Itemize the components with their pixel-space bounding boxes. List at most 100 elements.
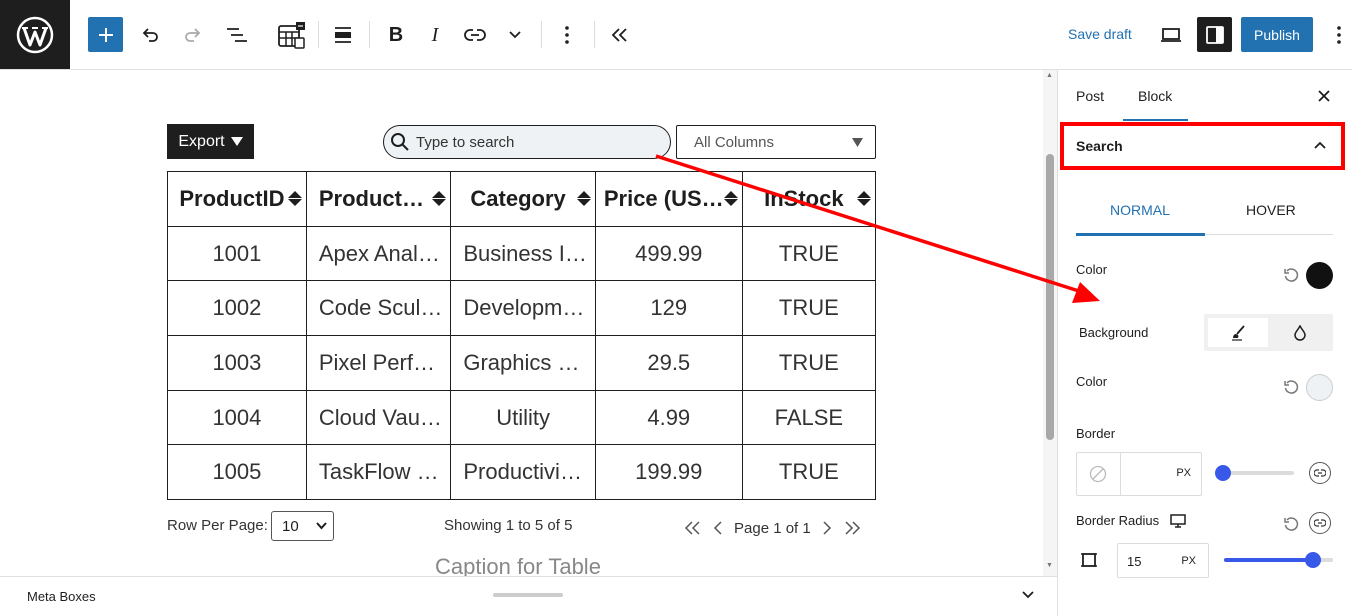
- canvas-scrollbar[interactable]: ▲ ▼: [1043, 70, 1057, 576]
- table-cell[interactable]: 29.5: [594, 335, 743, 391]
- background-gradient-button[interactable]: [1270, 318, 1330, 347]
- border-width-control[interactable]: PX: [1076, 452, 1202, 496]
- table-cell[interactable]: TRUE: [741, 225, 877, 282]
- link-corners-icon[interactable]: [1309, 512, 1331, 534]
- tab-block[interactable]: Block: [1138, 88, 1172, 104]
- border-unit[interactable]: PX: [1176, 467, 1191, 479]
- background-type-toggle: [1204, 314, 1333, 351]
- preview-icon[interactable]: [1158, 17, 1184, 53]
- reset-icon[interactable]: [1283, 379, 1299, 395]
- table-cell[interactable]: 1003: [167, 335, 307, 391]
- sort-icon[interactable]: [723, 191, 738, 206]
- link-icon[interactable]: [462, 17, 488, 53]
- add-block-button[interactable]: [88, 17, 123, 52]
- table-cell[interactable]: 499.99: [594, 225, 743, 282]
- table-cell[interactable]: Apex Anal…: [305, 225, 452, 282]
- column-header[interactable]: Product…: [305, 171, 452, 227]
- sort-icon[interactable]: [287, 191, 302, 206]
- tab-normal[interactable]: NORMAL: [1110, 202, 1170, 218]
- border-width-slider-track[interactable]: [1222, 471, 1294, 475]
- drop-icon: [1294, 324, 1306, 341]
- background-classic-button[interactable]: [1208, 318, 1268, 347]
- meta-boxes-bar[interactable]: Meta Boxes: [0, 576, 1057, 616]
- tab-post[interactable]: Post: [1076, 88, 1104, 104]
- table-cell[interactable]: Graphics …: [450, 335, 596, 391]
- align-icon[interactable]: [331, 17, 355, 53]
- table-cell[interactable]: FALSE: [741, 389, 877, 446]
- reset-icon[interactable]: [1283, 267, 1299, 283]
- next-page-icon[interactable]: [821, 521, 833, 535]
- table-search-input[interactable]: Type to search: [383, 125, 671, 159]
- column-filter-select[interactable]: All Columns: [676, 125, 876, 159]
- border-width-slider-thumb[interactable]: [1215, 465, 1231, 481]
- search-panel-header[interactable]: Search: [1060, 122, 1345, 170]
- column-header[interactable]: InStock: [741, 171, 877, 227]
- table-cell[interactable]: Business I…: [450, 225, 596, 282]
- publish-button[interactable]: Publish: [1241, 17, 1313, 52]
- all-corners-icon[interactable]: [1080, 551, 1098, 569]
- table-row: 1001 Apex Anal… Business I… 499.99 TRUE: [167, 225, 877, 282]
- column-header[interactable]: ProductID: [167, 171, 307, 227]
- scroll-down-icon[interactable]: ▼: [1046, 562, 1053, 569]
- collapse-icon[interactable]: [608, 17, 632, 53]
- first-page-icon[interactable]: [684, 521, 702, 535]
- data-table: ProductID Product… Category Price (US… I…: [167, 171, 877, 501]
- table-cell[interactable]: Utility: [450, 389, 596, 446]
- scroll-thumb[interactable]: [1046, 154, 1054, 440]
- table-cell[interactable]: 4.99: [594, 389, 743, 446]
- table-cell[interactable]: 1005: [167, 444, 307, 501]
- tab-hover[interactable]: HOVER: [1246, 202, 1296, 218]
- chevron-down-icon[interactable]: [504, 17, 526, 53]
- table-cell[interactable]: Developm…: [450, 280, 596, 337]
- showing-entries-text: Showing 1 to 5 of 5: [444, 517, 573, 534]
- reset-icon[interactable]: [1283, 516, 1299, 532]
- sort-icon[interactable]: [432, 191, 447, 206]
- sort-icon[interactable]: [576, 191, 591, 206]
- table-cell[interactable]: 1004: [167, 389, 307, 446]
- table-cell[interactable]: TRUE: [741, 280, 877, 337]
- column-header[interactable]: Price (US…: [594, 171, 743, 227]
- table-cell[interactable]: Pixel Perf…: [305, 335, 452, 391]
- table-cell[interactable]: 129: [594, 280, 743, 337]
- table-cell[interactable]: 199.99: [594, 444, 743, 501]
- previous-page-icon[interactable]: [712, 521, 724, 535]
- table-cell[interactable]: TRUE: [741, 335, 877, 391]
- more-options-icon[interactable]: [556, 17, 578, 53]
- table-cell[interactable]: Cloud Vau…: [305, 389, 452, 446]
- border-style-none-icon[interactable]: [1089, 465, 1107, 483]
- italic-icon[interactable]: I: [423, 17, 447, 53]
- settings-sidebar-button[interactable]: [1197, 17, 1232, 52]
- sort-icon[interactable]: [857, 191, 871, 206]
- rows-per-page-select[interactable]: 10: [271, 511, 334, 541]
- table-caption[interactable]: Caption for Table: [435, 554, 601, 576]
- border-radius-unit[interactable]: PX: [1181, 555, 1196, 567]
- table-cell[interactable]: TRUE: [741, 444, 877, 501]
- document-overview-icon[interactable]: [225, 17, 249, 53]
- table-block-icon[interactable]: [275, 17, 307, 53]
- save-draft-button[interactable]: Save draft: [1068, 26, 1132, 42]
- column-header[interactable]: Category: [450, 171, 596, 227]
- table-cell[interactable]: 1001: [167, 225, 307, 282]
- options-icon[interactable]: [1330, 17, 1348, 53]
- last-page-icon[interactable]: [843, 521, 861, 535]
- resize-handle[interactable]: [493, 593, 563, 597]
- redo-icon[interactable]: [181, 17, 205, 53]
- rows-per-page-label: Row Per Page:: [167, 517, 268, 534]
- close-icon[interactable]: [1316, 88, 1332, 104]
- desktop-icon[interactable]: [1170, 514, 1186, 528]
- scroll-up-icon[interactable]: ▲: [1046, 72, 1053, 79]
- wordpress-logo-icon[interactable]: [0, 0, 70, 69]
- table-cell[interactable]: 1002: [167, 280, 307, 337]
- undo-icon[interactable]: [138, 17, 162, 53]
- border-radius-input[interactable]: 15 PX: [1117, 543, 1209, 578]
- table-cell[interactable]: TaskFlow …: [305, 444, 452, 501]
- export-button[interactable]: Export: [167, 124, 254, 159]
- text-color-swatch[interactable]: [1306, 262, 1333, 289]
- table-cell[interactable]: Code Scul…: [305, 280, 452, 337]
- chevron-down-icon[interactable]: [1020, 587, 1036, 603]
- bold-icon[interactable]: B: [384, 17, 408, 53]
- border-radius-slider-thumb[interactable]: [1305, 552, 1321, 568]
- background-color-swatch[interactable]: [1306, 374, 1333, 401]
- link-sides-icon[interactable]: [1309, 462, 1331, 484]
- table-cell[interactable]: Productivi…: [450, 444, 596, 501]
